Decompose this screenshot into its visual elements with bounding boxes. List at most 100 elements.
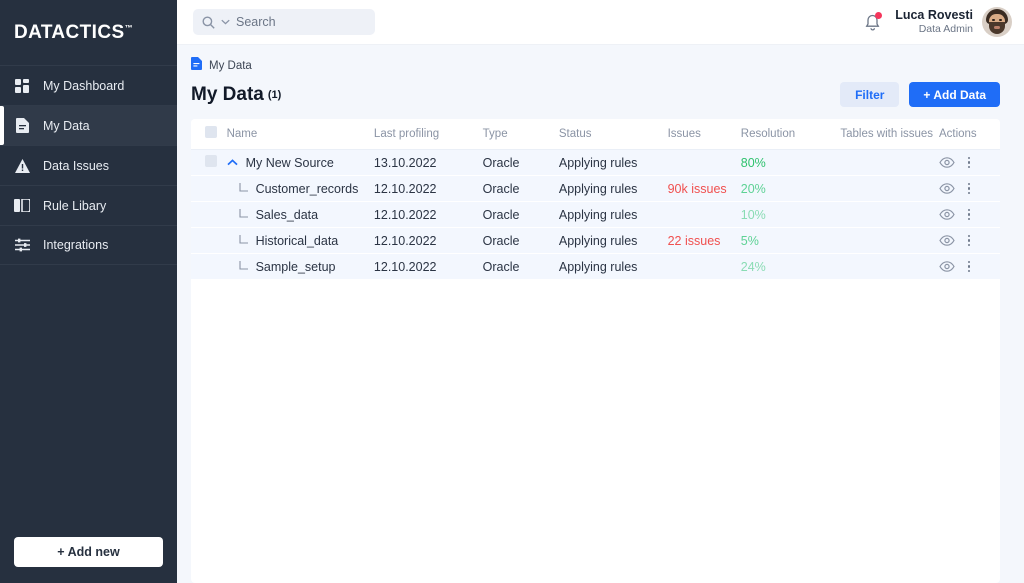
tree-branch-icon	[239, 235, 248, 247]
row-more-menu-icon[interactable]	[968, 209, 971, 221]
row-tables-with-issues	[840, 176, 939, 202]
row-more-menu-icon[interactable]	[968, 183, 971, 195]
view-eye-icon[interactable]	[939, 209, 955, 220]
row-type: Oracle	[483, 254, 559, 280]
column-header-actions: Actions	[939, 119, 1000, 150]
page-header: My Data (1) Filter + Add Data	[177, 75, 1024, 107]
view-eye-icon[interactable]	[939, 235, 955, 246]
row-type: Oracle	[483, 150, 559, 176]
select-all-checkbox[interactable]	[205, 126, 217, 138]
grid-icon	[14, 78, 30, 94]
row-last-profiling: 12.10.2022	[374, 176, 483, 202]
sidebar: DATACTICS™ My Dashboard My Data Data Iss…	[0, 0, 177, 583]
expand-chevron-up-icon[interactable]	[227, 159, 238, 166]
row-status: Applying rules	[559, 254, 668, 280]
sidebar-item-my-dashboard[interactable]: My Dashboard	[0, 65, 177, 105]
page-count: (1)	[268, 89, 281, 101]
row-resolution: 24%	[741, 254, 841, 280]
view-eye-icon[interactable]	[939, 157, 955, 168]
breadcrumb-label: My Data	[209, 60, 252, 72]
user-menu[interactable]: Luca Rovesti Data Admin	[895, 7, 1012, 37]
row-status: Applying rules	[559, 150, 668, 176]
avatar[interactable]	[982, 7, 1012, 37]
add-data-button[interactable]: + Add Data	[909, 82, 1000, 107]
column-header-type[interactable]: Type	[483, 119, 559, 150]
row-issues: 22 issues	[668, 228, 741, 254]
table-row[interactable]: Customer_records12.10.2022OracleApplying…	[191, 176, 1000, 202]
chevron-down-icon[interactable]	[221, 19, 230, 25]
row-name-cell: My New Source	[227, 150, 374, 176]
warning-triangle-icon	[14, 158, 30, 174]
row-more-menu-icon[interactable]	[968, 157, 971, 169]
row-type: Oracle	[483, 228, 559, 254]
row-select-cell	[191, 202, 227, 228]
brand-logo[interactable]: DATACTICS™	[0, 0, 177, 65]
sidebar-item-label: My Data	[43, 119, 90, 133]
row-issues	[668, 254, 741, 280]
row-resolution: 5%	[741, 228, 841, 254]
row-actions-cell	[939, 254, 1000, 280]
row-checkbox[interactable]	[205, 155, 217, 167]
sidebar-item-label: My Dashboard	[43, 79, 124, 93]
document-icon	[14, 118, 30, 134]
row-type: Oracle	[483, 176, 559, 202]
row-type: Oracle	[483, 202, 559, 228]
column-header-last-profiling[interactable]: Last profiling	[374, 119, 483, 150]
tree-branch-icon	[239, 261, 248, 273]
row-last-profiling: 13.10.2022	[374, 150, 483, 176]
row-resolution: 80%	[741, 150, 841, 176]
row-resolution: 10%	[741, 202, 841, 228]
search-placeholder: Search	[236, 15, 276, 29]
user-name: Luca Rovesti	[895, 8, 973, 24]
user-role: Data Admin	[895, 23, 973, 36]
select-all-header	[191, 119, 227, 150]
row-more-menu-icon[interactable]	[968, 261, 971, 273]
row-issues: 90k issues	[668, 176, 741, 202]
table-row[interactable]: Sample_setup12.10.2022OracleApplying rul…	[191, 254, 1000, 280]
row-actions-cell	[939, 228, 1000, 254]
table-row[interactable]: Historical_data12.10.2022OracleApplying …	[191, 228, 1000, 254]
sidebar-item-integrations[interactable]: Integrations	[0, 225, 177, 265]
row-name-cell: Sales_data	[227, 202, 374, 228]
sidebar-item-label: Data Issues	[43, 159, 109, 173]
row-more-menu-icon[interactable]	[968, 235, 971, 247]
trademark-symbol: ™	[125, 23, 133, 32]
row-select-cell	[191, 150, 227, 176]
column-header-status[interactable]: Status	[559, 119, 668, 150]
table-body: My New Source13.10.2022OracleApplying ru…	[191, 150, 1000, 280]
breadcrumb[interactable]: My Data	[177, 45, 1024, 75]
row-actions-cell	[939, 150, 1000, 176]
page-actions: Filter + Add Data	[840, 82, 1000, 107]
column-header-name[interactable]: Name	[227, 119, 374, 150]
table-head: Name Last profiling Type Status Issues R…	[191, 119, 1000, 150]
row-tables-with-issues	[840, 228, 939, 254]
table-row[interactable]: Sales_data12.10.2022OracleApplying rules…	[191, 202, 1000, 228]
tree-branch-icon	[239, 209, 248, 221]
row-select-cell	[191, 228, 227, 254]
user-text: Luca Rovesti Data Admin	[895, 8, 973, 37]
search-input[interactable]: Search	[193, 9, 375, 35]
sidebar-nav: My Dashboard My Data Data Issues Rule Li…	[0, 65, 177, 265]
view-eye-icon[interactable]	[939, 261, 955, 272]
tree-branch-icon	[239, 183, 248, 195]
notification-bell-icon[interactable]	[864, 13, 881, 31]
row-name-label: Sample_setup	[256, 260, 336, 274]
add-new-button[interactable]: + Add new	[14, 537, 163, 567]
table-row[interactable]: My New Source13.10.2022OracleApplying ru…	[191, 150, 1000, 176]
sidebar-item-label: Integrations	[43, 238, 108, 252]
book-icon	[14, 198, 30, 214]
column-header-issues[interactable]: Issues	[668, 119, 741, 150]
data-table: Name Last profiling Type Status Issues R…	[191, 119, 1000, 280]
column-header-resolution[interactable]: Resolution	[741, 119, 841, 150]
row-tables-with-issues	[840, 202, 939, 228]
column-header-tables-with-issues[interactable]: Tables with issues	[840, 119, 939, 150]
sidebar-item-rule-libary[interactable]: Rule Libary	[0, 185, 177, 225]
row-name-cell: Sample_setup	[227, 254, 374, 280]
sidebar-item-my-data[interactable]: My Data	[0, 105, 177, 145]
sidebar-item-data-issues[interactable]: Data Issues	[0, 145, 177, 185]
filter-button[interactable]: Filter	[840, 82, 899, 107]
topbar-right: Luca Rovesti Data Admin	[864, 7, 1012, 37]
main-area: Search Luca Rovesti Data Admin	[177, 0, 1024, 583]
view-eye-icon[interactable]	[939, 183, 955, 194]
row-select-cell	[191, 176, 227, 202]
